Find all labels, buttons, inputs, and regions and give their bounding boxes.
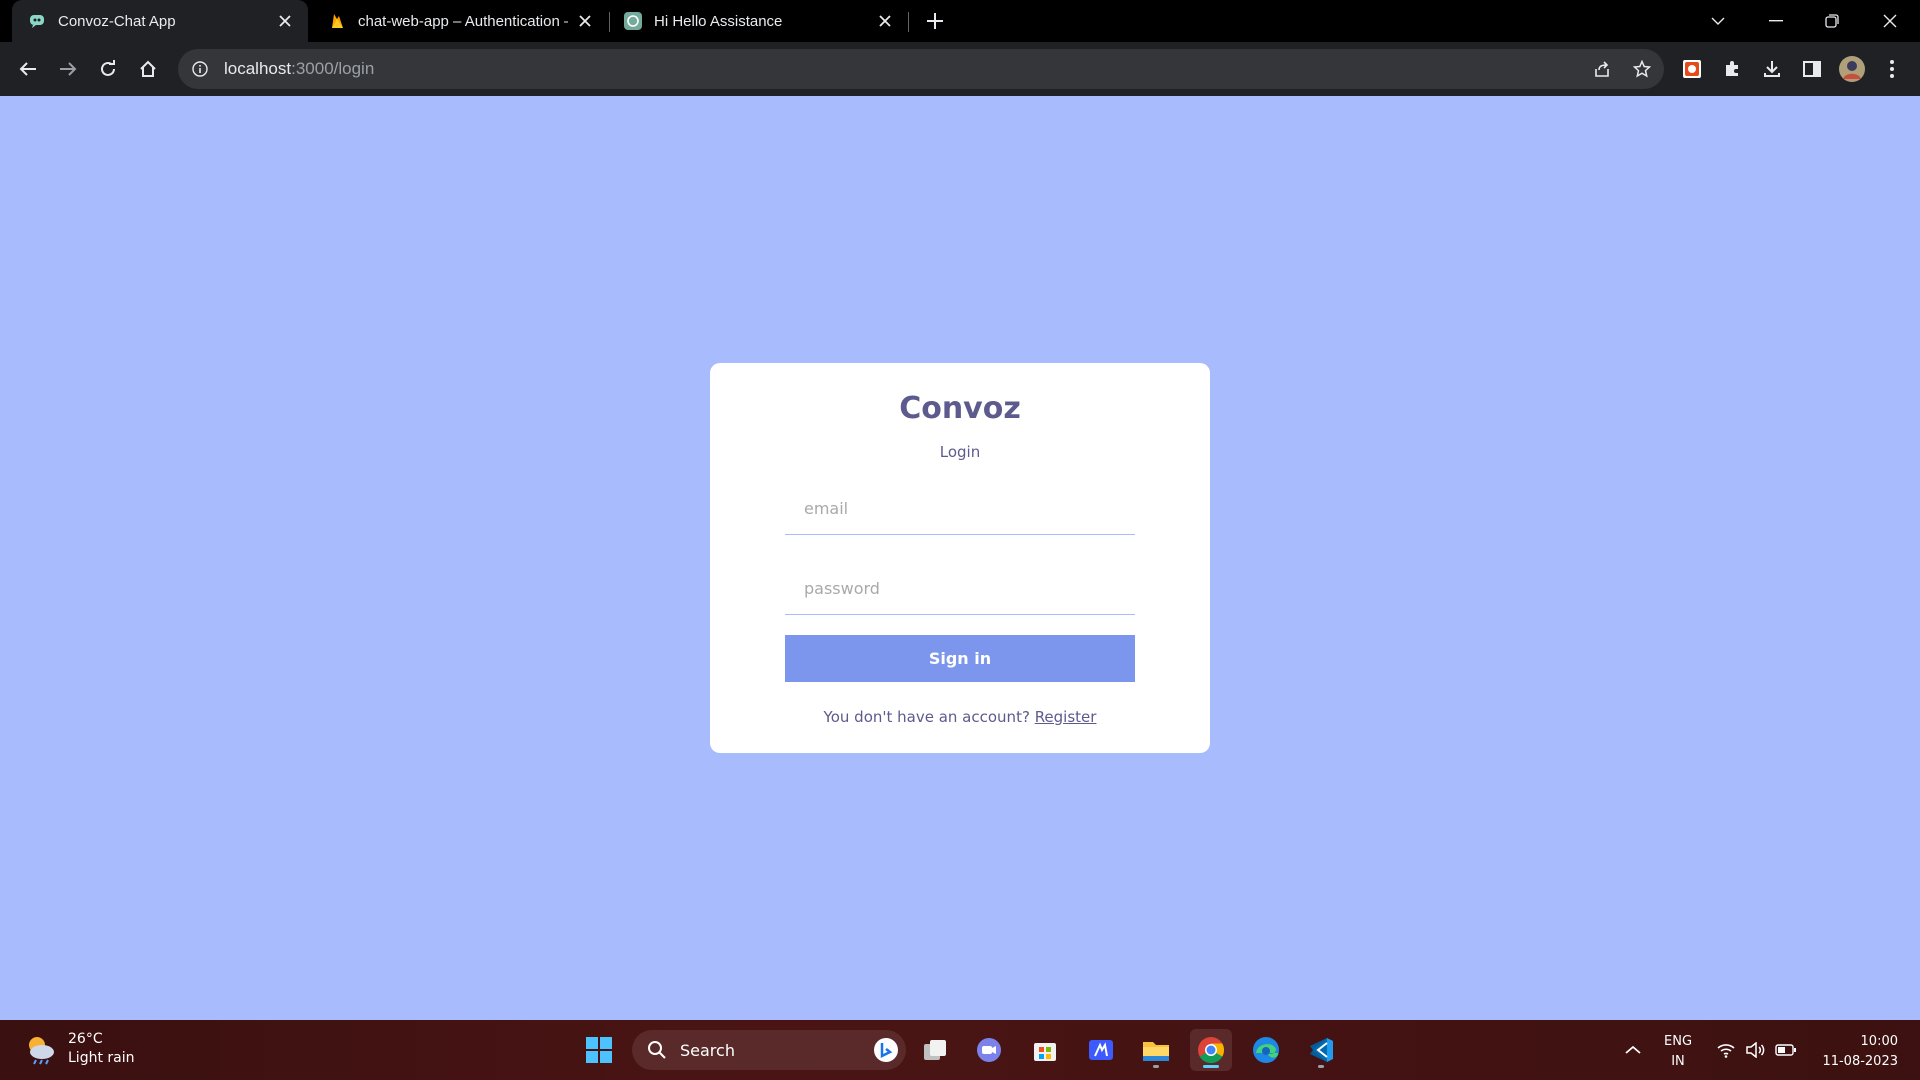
back-button[interactable] — [12, 53, 44, 85]
profile-avatar[interactable] — [1836, 53, 1868, 85]
clock-date: 11-08-2023 — [1822, 1054, 1898, 1069]
taskbar-search[interactable]: Search — [632, 1030, 906, 1070]
download-icon[interactable] — [1756, 53, 1788, 85]
running-indicator — [1318, 1065, 1324, 1068]
register-prompt-text: You don't have an account? — [823, 708, 1035, 726]
password-field[interactable] — [785, 563, 1135, 615]
dev-app-icon[interactable] — [1080, 1029, 1122, 1071]
side-panel-icon[interactable] — [1796, 53, 1828, 85]
browser-toolbar: localhost:3000/login — [0, 42, 1920, 96]
puzzle-extensions-icon[interactable] — [1716, 53, 1748, 85]
url-path: :3000/login — [291, 59, 375, 78]
tab-title: Convoz-Chat App — [58, 12, 176, 30]
wifi-icon[interactable] — [1714, 1038, 1738, 1062]
restore-button[interactable] — [1804, 0, 1860, 42]
tab-title: Hi Hello Assistance — [654, 12, 783, 30]
forward-button[interactable] — [52, 53, 84, 85]
register-link[interactable]: Register — [1035, 708, 1097, 726]
url-text: localhost:3000/login — [224, 59, 374, 79]
register-prompt: You don't have an account? Register — [710, 708, 1210, 726]
brand-title: Convoz — [899, 391, 1021, 426]
new-tab-button[interactable] — [922, 8, 948, 34]
volume-icon[interactable] — [1744, 1038, 1768, 1062]
tab-title: chat-web-app – Authentication – — [358, 12, 568, 30]
tab-firebase[interactable]: chat-web-app – Authentication – — [312, 0, 608, 42]
edge-icon[interactable] — [1245, 1029, 1287, 1071]
tab-strip: Convoz-Chat App chat-web-app – Authentic… — [0, 0, 1920, 42]
task-view-icon[interactable] — [914, 1029, 956, 1071]
language-indicator[interactable]: ENG IN — [1664, 1032, 1692, 1072]
chat-bot-icon — [28, 12, 46, 30]
extension-icon[interactable] — [1676, 53, 1708, 85]
close-icon[interactable] — [274, 10, 296, 32]
info-icon[interactable] — [190, 61, 210, 77]
running-indicator — [1203, 1065, 1219, 1068]
language-code: ENG — [1664, 1034, 1693, 1049]
battery-icon[interactable] — [1774, 1038, 1798, 1062]
chevron-up-icon[interactable] — [1621, 1038, 1645, 1062]
email-field[interactable] — [785, 483, 1135, 535]
bookmark-star-icon[interactable] — [1626, 53, 1658, 85]
region-code: IN — [1671, 1054, 1685, 1069]
tab-search-chevron-icon[interactable] — [1690, 0, 1746, 42]
firebase-icon — [328, 12, 346, 30]
taskbar: 26°C Light rain Search ENG IN 10:00 11-0… — [0, 1020, 1920, 1080]
close-window-button[interactable] — [1862, 0, 1918, 42]
weather-condition: Light rain — [68, 1050, 135, 1066]
windows-start-icon[interactable] — [578, 1029, 620, 1071]
weather-temperature: 26°C — [68, 1031, 103, 1047]
url-host: localhost — [224, 59, 292, 78]
home-button[interactable] — [132, 53, 164, 85]
running-indicator — [1153, 1065, 1159, 1068]
bing-icon[interactable] — [872, 1036, 900, 1064]
openai-icon — [624, 12, 642, 30]
weather-widget[interactable]: 26°C Light rain — [24, 1030, 135, 1068]
login-subtitle: Login — [939, 443, 981, 461]
chrome-icon[interactable] — [1190, 1029, 1232, 1071]
close-icon[interactable] — [574, 10, 596, 32]
address-bar[interactable]: localhost:3000/login — [178, 49, 1664, 89]
clock[interactable]: 10:00 11-08-2023 — [1810, 1032, 1898, 1072]
sign-in-button[interactable]: Sign in — [785, 635, 1135, 682]
close-icon[interactable] — [874, 10, 896, 32]
microsoft-store-icon[interactable] — [1024, 1029, 1066, 1071]
reload-button[interactable] — [92, 53, 124, 85]
search-icon — [646, 1039, 668, 1061]
menu-kebab-icon[interactable] — [1876, 53, 1908, 85]
clock-time: 10:00 — [1860, 1034, 1898, 1049]
search-label: Search — [680, 1040, 735, 1060]
minimize-button[interactable] — [1748, 0, 1804, 42]
vscode-icon[interactable] — [1300, 1029, 1342, 1071]
share-icon[interactable] — [1586, 53, 1618, 85]
tab-separator — [609, 12, 610, 32]
tab-separator — [908, 12, 909, 32]
tab-convoz[interactable]: Convoz-Chat App — [12, 0, 308, 42]
teams-chat-icon[interactable] — [968, 1029, 1010, 1071]
tab-assistance[interactable]: Hi Hello Assistance — [612, 0, 908, 42]
rain-cloud-icon — [29, 1037, 54, 1065]
login-card: Convoz Login Sign in You don't have an a… — [710, 363, 1210, 753]
file-explorer-icon[interactable] — [1135, 1029, 1177, 1071]
